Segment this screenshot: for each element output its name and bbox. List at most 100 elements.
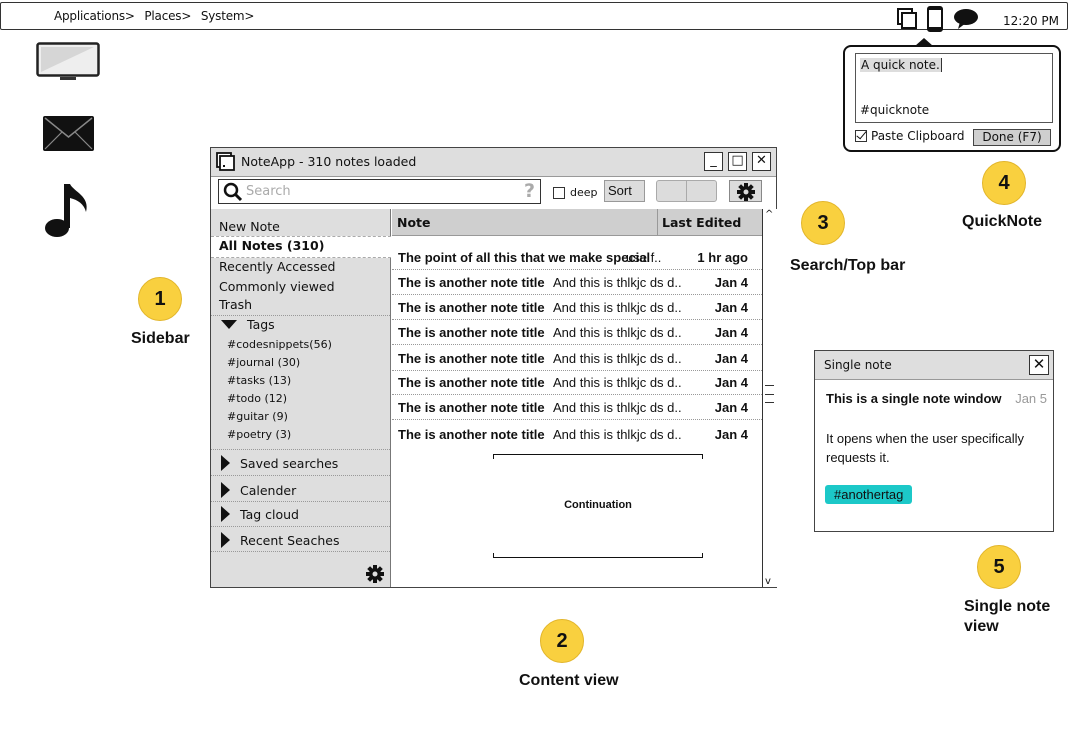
view-toggle[interactable]: [656, 180, 717, 202]
close-button[interactable]: ✕: [1029, 355, 1049, 375]
divider: [211, 551, 390, 552]
tag-chip[interactable]: #anothertag: [825, 485, 913, 504]
recent-searches-section[interactable]: Recent Seaches: [221, 532, 339, 548]
gear-icon: [736, 183, 756, 206]
annotation-label: Search/Top bar: [790, 257, 906, 274]
gear-icon[interactable]: [365, 564, 385, 588]
window-title: NoteApp - 310 notes loaded: [241, 154, 417, 169]
window-titlebar[interactable]: NoteApp - 310 notes loaded _ □ ✕: [211, 148, 776, 177]
sort-dropdown[interactable]: Sort: [604, 180, 645, 215]
note-row[interactable]: The is another note title And this is thl…: [392, 270, 762, 295]
note-date: Jan 4: [714, 400, 748, 415]
close-button[interactable]: ✕: [752, 152, 771, 171]
tag-item[interactable]: #poetry (3): [227, 428, 291, 441]
note-row[interactable]: The is another note title And this is thl…: [392, 346, 762, 371]
calender-section[interactable]: Calender: [221, 482, 296, 498]
bracket-top: [493, 454, 703, 459]
menu-system[interactable]: System>: [201, 9, 255, 23]
chat-bubble-icon[interactable]: [953, 8, 979, 34]
windows-icon[interactable]: [897, 8, 917, 34]
note-date: Jan 4: [714, 275, 748, 290]
sort-label: Sort: [608, 183, 632, 198]
note-date: 1 hr ago: [697, 250, 748, 265]
scroll-thumb[interactable]: [765, 385, 774, 411]
phone-icon[interactable]: [927, 6, 943, 36]
note-date: Jan 4: [714, 325, 748, 340]
note-row[interactable]: The is another note title And this is thl…: [392, 370, 762, 395]
minimize-button[interactable]: _: [704, 152, 723, 171]
deep-search-checkbox[interactable]: deep: [553, 186, 598, 199]
column-header-last-edited[interactable]: Last Edited: [657, 209, 741, 236]
mail-icon[interactable]: [43, 116, 94, 155]
search-toolbar: Search ? deep Sort: [211, 177, 776, 215]
quicknote-textarea[interactable]: A quick note. #quicknote: [855, 53, 1053, 123]
scroll-up-icon[interactable]: ^: [765, 209, 773, 220]
menu-applications[interactable]: Applications>: [54, 9, 135, 23]
note-snippet: And this is thlkjc ds d..: [553, 351, 682, 366]
maximize-button[interactable]: □: [728, 152, 747, 171]
note-date: Jan 4: [714, 300, 748, 315]
note-row[interactable]: The point of all this that we make speci…: [392, 245, 762, 270]
note-row[interactable]: The is another note title And this is thl…: [392, 295, 762, 320]
search-placeholder: Search: [246, 184, 291, 199]
single-note-window-title: Single note: [824, 358, 892, 372]
note-snippet: And this is thlkjc ds d..: [553, 400, 682, 415]
saved-searches-section[interactable]: Saved searches: [221, 455, 338, 471]
deep-label: deep: [570, 186, 598, 199]
note-title: This is a single note window: [826, 391, 1002, 406]
sidebar-item-recently-accessed[interactable]: Recently Accessed: [219, 259, 335, 274]
triangle-down-icon: [221, 320, 237, 329]
monitor-icon[interactable]: [36, 42, 100, 86]
top-panel: Applications> Places> System> 12:20 PM: [0, 2, 1068, 32]
note-snippet: And this is thlkjc ds d..: [553, 325, 682, 340]
triangle-right-icon: [221, 506, 230, 522]
section-label: Recent Seaches: [240, 532, 340, 548]
note-row[interactable]: The is another note title And this is thl…: [392, 395, 762, 420]
annotation-badge: 4: [982, 161, 1026, 205]
done-button[interactable]: Done (F7): [973, 129, 1051, 146]
tag-item[interactable]: #tasks (13): [227, 374, 291, 387]
note-row[interactable]: The is another note title And this is thl…: [392, 422, 762, 447]
note-title: The is another note title: [398, 275, 545, 290]
checkbox-icon[interactable]: [553, 186, 565, 199]
bracket-bottom: [493, 553, 703, 558]
app-icon: [216, 152, 236, 176]
settings-button[interactable]: [729, 180, 762, 202]
sidebar-item-commonly-viewed[interactable]: Commonly viewed: [219, 279, 335, 294]
note-body: It opens when the user specifically requ…: [826, 431, 1024, 465]
column-header-note[interactable]: Note: [397, 215, 431, 230]
music-note-icon[interactable]: [44, 182, 96, 242]
content-view: Note Last Edited The point of all this t…: [392, 209, 762, 587]
table-header: Note Last Edited: [392, 209, 762, 236]
tag-item[interactable]: #guitar (9): [227, 410, 288, 423]
scrollbar[interactable]: ^ v: [762, 209, 777, 587]
sidebar-item-all-notes[interactable]: All Notes (310): [219, 238, 324, 253]
checkbox-icon[interactable]: [855, 130, 867, 142]
paste-clipboard-checkbox[interactable]: Paste Clipboard: [855, 129, 965, 143]
help-icon[interactable]: ?: [524, 180, 535, 202]
menu-places[interactable]: Places>: [144, 9, 191, 23]
search-input[interactable]: Search ?: [218, 179, 541, 204]
annotation-badge: 2: [540, 619, 584, 663]
note-title: The is another note title: [398, 351, 545, 366]
divider: [211, 475, 390, 476]
scroll-down-icon[interactable]: v: [765, 576, 771, 587]
clock: 12:20 PM: [1003, 14, 1059, 28]
sidebar-item-trash[interactable]: Trash: [219, 297, 252, 312]
tags-label: Tags: [247, 317, 275, 332]
tags-section-header[interactable]: Tags: [221, 317, 275, 332]
tag-cloud-section[interactable]: Tag cloud: [221, 506, 299, 522]
tag-item[interactable]: #journal (30): [227, 356, 300, 369]
triangle-right-icon: [221, 455, 230, 471]
single-note-titlebar[interactable]: Single note ✕: [815, 351, 1053, 380]
note-snippet: And this is thlkjc ds d..: [553, 300, 682, 315]
tag-item[interactable]: #todo (12): [227, 392, 287, 405]
sidebar-item-new-note[interactable]: New Note: [219, 219, 280, 234]
note-title: The is another note title: [398, 427, 545, 442]
tag-item[interactable]: #codesnippets(56): [227, 338, 332, 351]
search-icon: [223, 182, 243, 206]
section-label: Saved searches: [240, 455, 339, 471]
note-date: Jan 4: [714, 375, 748, 390]
note-row[interactable]: The is another note title And this is thl…: [392, 320, 762, 345]
note-title: The is another note title: [398, 400, 545, 415]
